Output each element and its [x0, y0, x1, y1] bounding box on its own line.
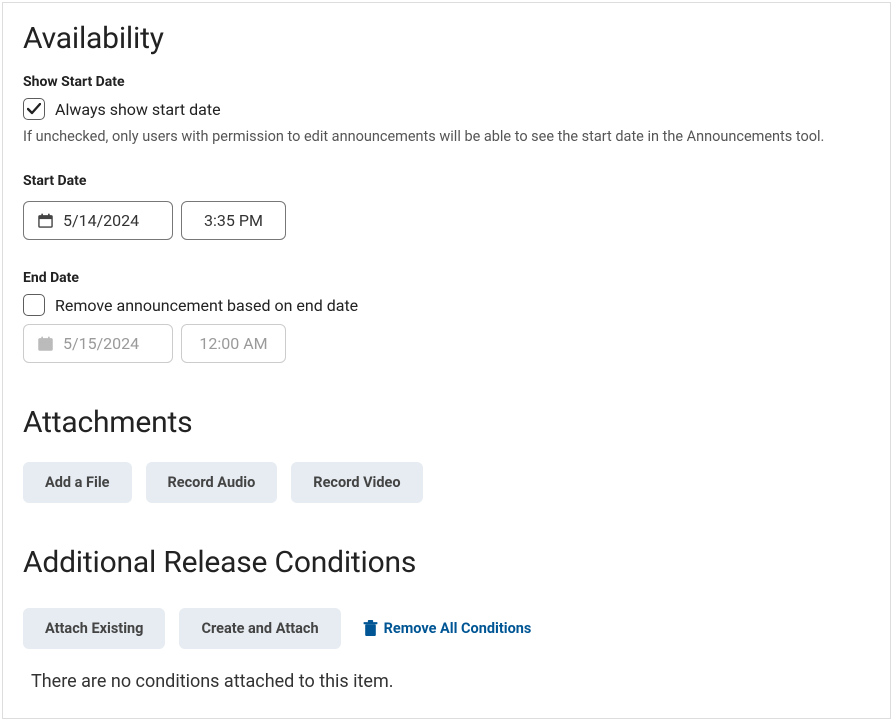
remove-on-end-date-checkbox-label: Remove announcement based on end date	[55, 296, 358, 315]
always-show-start-date-row: Always show start date	[23, 98, 870, 120]
start-date-input[interactable]: 5/14/2024	[23, 201, 173, 240]
settings-panel: Availability Show Start Date Always show…	[2, 2, 891, 719]
calendar-icon	[38, 213, 53, 228]
check-icon	[27, 103, 41, 115]
record-video-button[interactable]: Record Video	[291, 462, 422, 503]
create-and-attach-button[interactable]: Create and Attach	[179, 608, 340, 649]
end-date-input: 5/15/2024	[23, 324, 173, 363]
end-date-group: End Date Remove announcement based on en…	[23, 270, 870, 363]
add-file-button[interactable]: Add a File	[23, 462, 132, 503]
start-date-label: Start Date	[23, 173, 870, 189]
record-audio-button[interactable]: Record Audio	[146, 462, 278, 503]
release-conditions-heading: Additional Release Conditions	[23, 545, 870, 580]
always-show-start-date-checkbox[interactable]	[23, 98, 45, 120]
remove-on-end-date-checkbox[interactable]	[23, 294, 45, 316]
end-date-value: 5/15/2024	[63, 334, 139, 353]
show-start-date-label: Show Start Date	[23, 74, 870, 90]
remove-all-conditions-label: Remove All Conditions	[384, 620, 532, 637]
availability-heading: Availability	[23, 21, 870, 56]
start-date-group: Start Date 5/14/2024 3:35 PM	[23, 173, 870, 240]
always-show-start-date-checkbox-label: Always show start date	[55, 100, 221, 119]
trash-icon	[363, 620, 378, 637]
no-conditions-message: There are no conditions attached to this…	[31, 671, 870, 692]
start-time-input[interactable]: 3:35 PM	[181, 201, 286, 240]
release-conditions-button-row: Attach Existing Create and Attach Remove…	[23, 608, 870, 649]
attach-existing-button[interactable]: Attach Existing	[23, 608, 165, 649]
calendar-icon	[38, 336, 53, 351]
end-time-value: 12:00 AM	[199, 334, 267, 353]
start-date-row: 5/14/2024 3:35 PM	[23, 201, 870, 240]
show-start-date-help: If unchecked, only users with permission…	[23, 128, 870, 145]
attachments-heading: Attachments	[23, 405, 870, 440]
start-time-value: 3:35 PM	[204, 211, 263, 230]
attachments-button-row: Add a File Record Audio Record Video	[23, 462, 870, 503]
remove-all-conditions-link[interactable]: Remove All Conditions	[355, 620, 540, 637]
end-time-input: 12:00 AM	[181, 324, 286, 363]
end-date-row: 5/15/2024 12:00 AM	[23, 324, 870, 363]
remove-on-end-date-row: Remove announcement based on end date	[23, 294, 870, 316]
start-date-value: 5/14/2024	[63, 211, 139, 230]
end-date-label: End Date	[23, 270, 870, 286]
